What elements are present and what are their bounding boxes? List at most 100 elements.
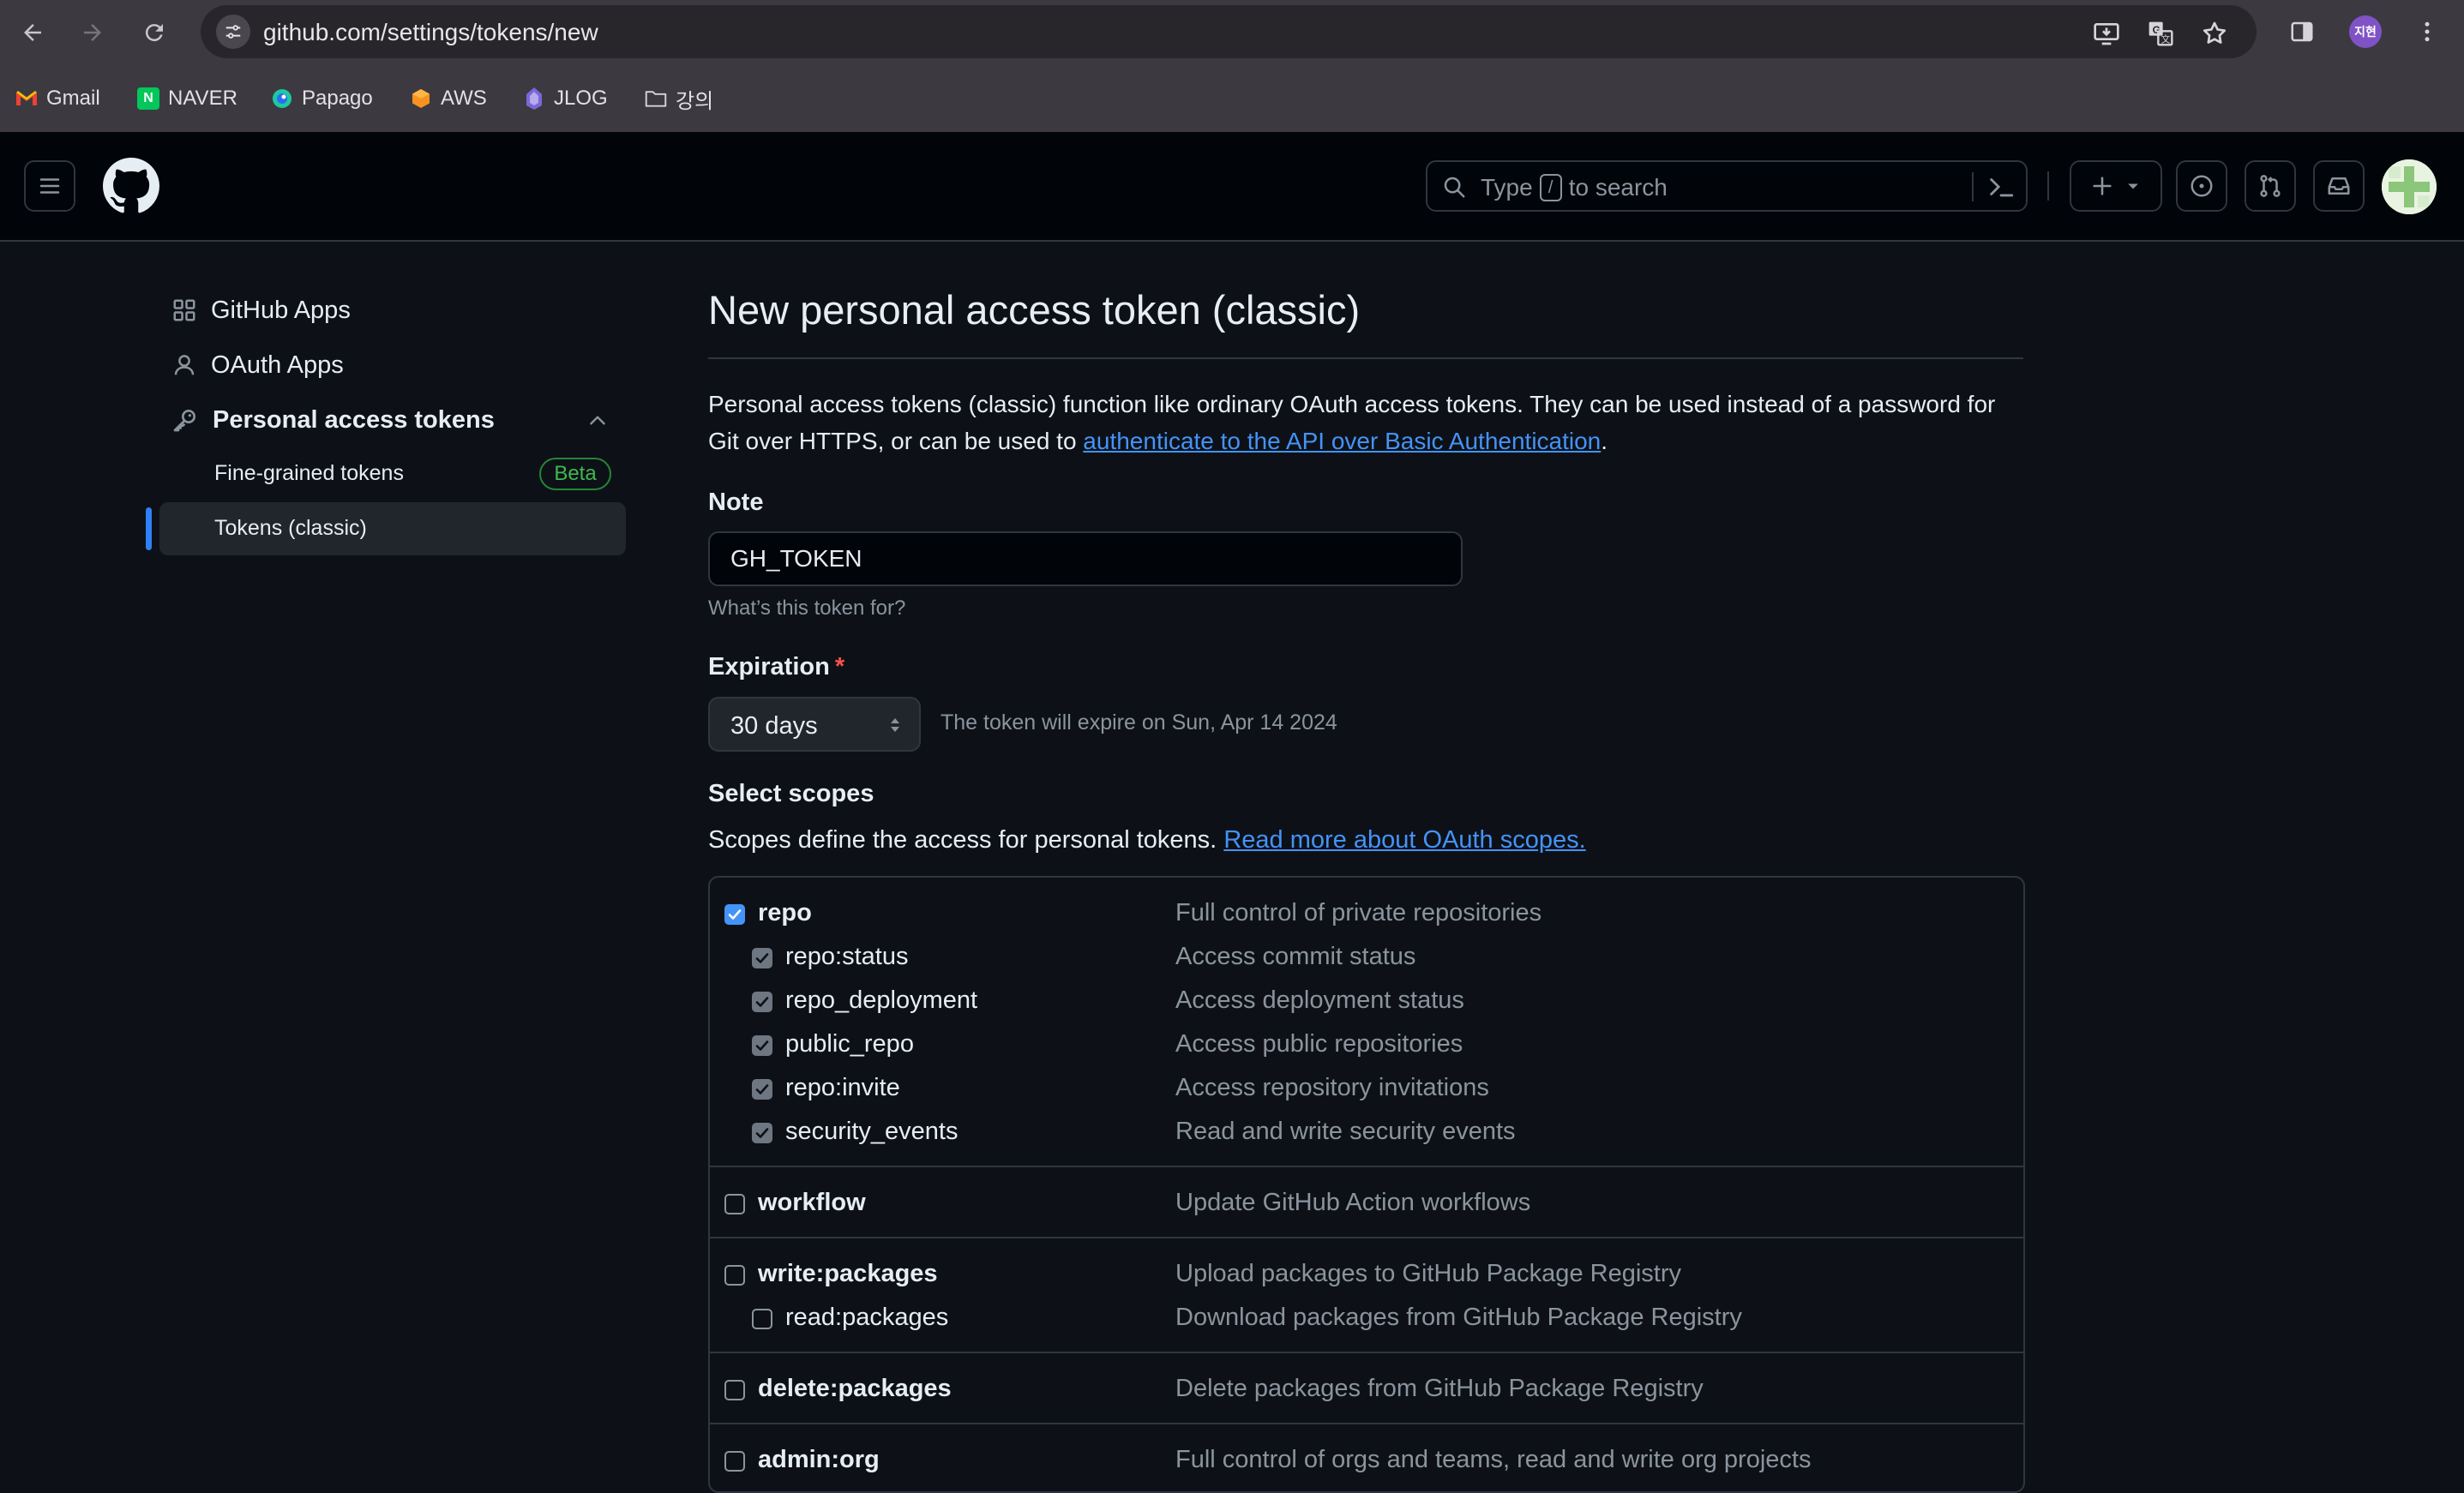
command-palette-icon[interactable] [1986,172,2016,206]
more-menu-icon[interactable] [2411,15,2443,48]
bookmark-gmail[interactable]: Gmail [15,84,100,113]
chevron-up-icon[interactable] [586,410,609,436]
github-header: Type / to search [0,132,2464,242]
scope-checkbox[interactable] [752,1035,772,1056]
checkmark-icon [755,1040,769,1051]
scope-group-divider [710,1166,2023,1167]
basic-auth-link[interactable]: authenticate to the API over Basic Authe… [1083,428,1601,454]
bookmark-naver[interactable]: N NAVER [137,84,237,113]
intro-text: Personal access tokens (classic) functio… [708,391,1996,454]
scope-name[interactable]: repo:status [785,943,908,971]
menu-button[interactable] [24,160,75,212]
url-text[interactable]: github.com/settings/tokens/new [263,19,598,46]
checkmark-icon [755,1084,769,1094]
install-app-icon[interactable] [2092,19,2121,48]
bookmark-label: NAVER [168,87,237,110]
scope-name[interactable]: repo:invite [785,1074,900,1102]
apps-grid-icon [173,299,195,321]
arrow-left-icon [24,24,41,41]
create-new-button[interactable] [2070,160,2162,212]
note-input[interactable] [708,531,1463,586]
expiration-select[interactable]: 30 days [708,697,921,752]
checkmark-icon [755,953,769,963]
scope-name[interactable]: repo_deployment [785,986,977,1015]
scope-checkbox[interactable] [752,1123,772,1143]
scope-checkbox[interactable] [752,1079,772,1100]
side-panel-icon[interactable] [2286,15,2318,48]
sidebar-item-fine-grained-tokens[interactable]: Fine-grained tokens [214,461,404,486]
scope-name[interactable]: repo [758,899,812,927]
scope-description: Update GitHub Action workflows [1175,1189,1531,1216]
issues-button[interactable] [2176,160,2227,212]
expiration-value: 30 days [730,712,818,740]
reload-button[interactable] [135,14,173,51]
folder-icon [645,87,667,110]
sidebar-item-tokens-classic[interactable]: Tokens (classic) [214,516,367,541]
oauth-scopes-link[interactable]: Read more about OAuth scopes. [1223,826,1585,854]
sidebar-item-oauth-apps[interactable]: OAuth Apps [171,348,344,382]
arrow-right-icon [84,24,101,41]
sidebar-item-personal-access-tokens[interactable]: Personal access tokens [171,403,495,437]
checkmark-icon [755,997,769,1007]
bookmark-label: Papago [302,87,373,110]
scope-name[interactable]: write:packages [758,1260,938,1288]
scope-group-divider [710,1352,2023,1353]
scope-checkbox[interactable] [752,1309,772,1329]
inbox-icon [2328,177,2350,195]
address-bar[interactable]: github.com/settings/tokens/new G文 [201,5,2257,58]
scope-description: Access repository invitations [1175,1074,1489,1101]
bookmark-aws[interactable]: AWS [410,84,487,113]
aws-icon [410,87,432,110]
bookmark-jlog[interactable]: JLOG [523,84,608,113]
bookmarks-bar: Gmail N NAVER Papago AWS JLOG 강의 [0,63,2464,133]
bookmark-star-icon[interactable] [2200,19,2229,48]
site-info-icon[interactable] [216,15,250,49]
scope-name[interactable]: workflow [758,1189,866,1217]
required-marker: * [834,653,845,681]
scope-checkbox[interactable] [724,904,745,925]
scope-name[interactable]: public_repo [785,1030,914,1058]
scope-name[interactable]: admin:org [758,1446,880,1474]
person-icon [174,355,195,375]
scope-checkbox[interactable] [752,992,772,1012]
sidebar-item-label: Personal access tokens [213,405,495,434]
title-divider [708,357,2023,359]
bookmark-papago[interactable]: Papago [271,84,373,113]
naver-icon: N [137,87,159,110]
inbox-button[interactable] [2313,160,2365,212]
profile-avatar[interactable]: 지현 [2349,15,2382,48]
gmail-icon [15,87,38,110]
key-icon [173,410,195,432]
slash-key: / [1539,174,1562,201]
scope-name[interactable]: delete:packages [758,1375,952,1403]
scope-checkbox[interactable] [724,1194,745,1214]
scope-description: Download packages from GitHub Package Re… [1175,1304,1742,1331]
translate-icon[interactable]: G文 [2146,19,2175,48]
bookmark-label: Gmail [46,87,100,110]
search-placeholder: Type / to search [1481,174,1668,201]
hamburger-icon [39,178,60,194]
scope-checkbox[interactable] [752,948,772,968]
pull-requests-button[interactable] [2245,160,2296,212]
select-scopes-label: Select scopes [708,780,874,807]
bookmark-folder[interactable]: 강의 [645,84,713,113]
github-logo-icon[interactable] [103,158,159,214]
scope-name[interactable]: security_events [785,1118,959,1146]
scope-description: Access deployment status [1175,986,1464,1014]
user-avatar[interactable] [2382,159,2437,214]
back-button[interactable] [14,14,51,51]
bookmark-label: AWS [441,87,487,110]
sidebar-item-github-apps[interactable]: GitHub Apps [171,293,351,327]
search-icon [1441,174,1467,204]
scope-checkbox[interactable] [724,1265,745,1286]
search-input[interactable]: Type / to search [1426,160,2028,212]
scope-checkbox[interactable] [724,1451,745,1472]
scope-name[interactable]: read:packages [785,1304,948,1332]
forward-button[interactable] [74,14,111,51]
caret-down-icon [2128,183,2138,189]
svg-text:文: 文 [2161,34,2171,45]
scope-checkbox[interactable] [724,1380,745,1400]
scope-description: Upload packages to GitHub Package Regist… [1175,1260,1681,1287]
scope-group-divider [710,1237,2023,1238]
scope-description: Full control of private repositories [1175,899,1542,926]
